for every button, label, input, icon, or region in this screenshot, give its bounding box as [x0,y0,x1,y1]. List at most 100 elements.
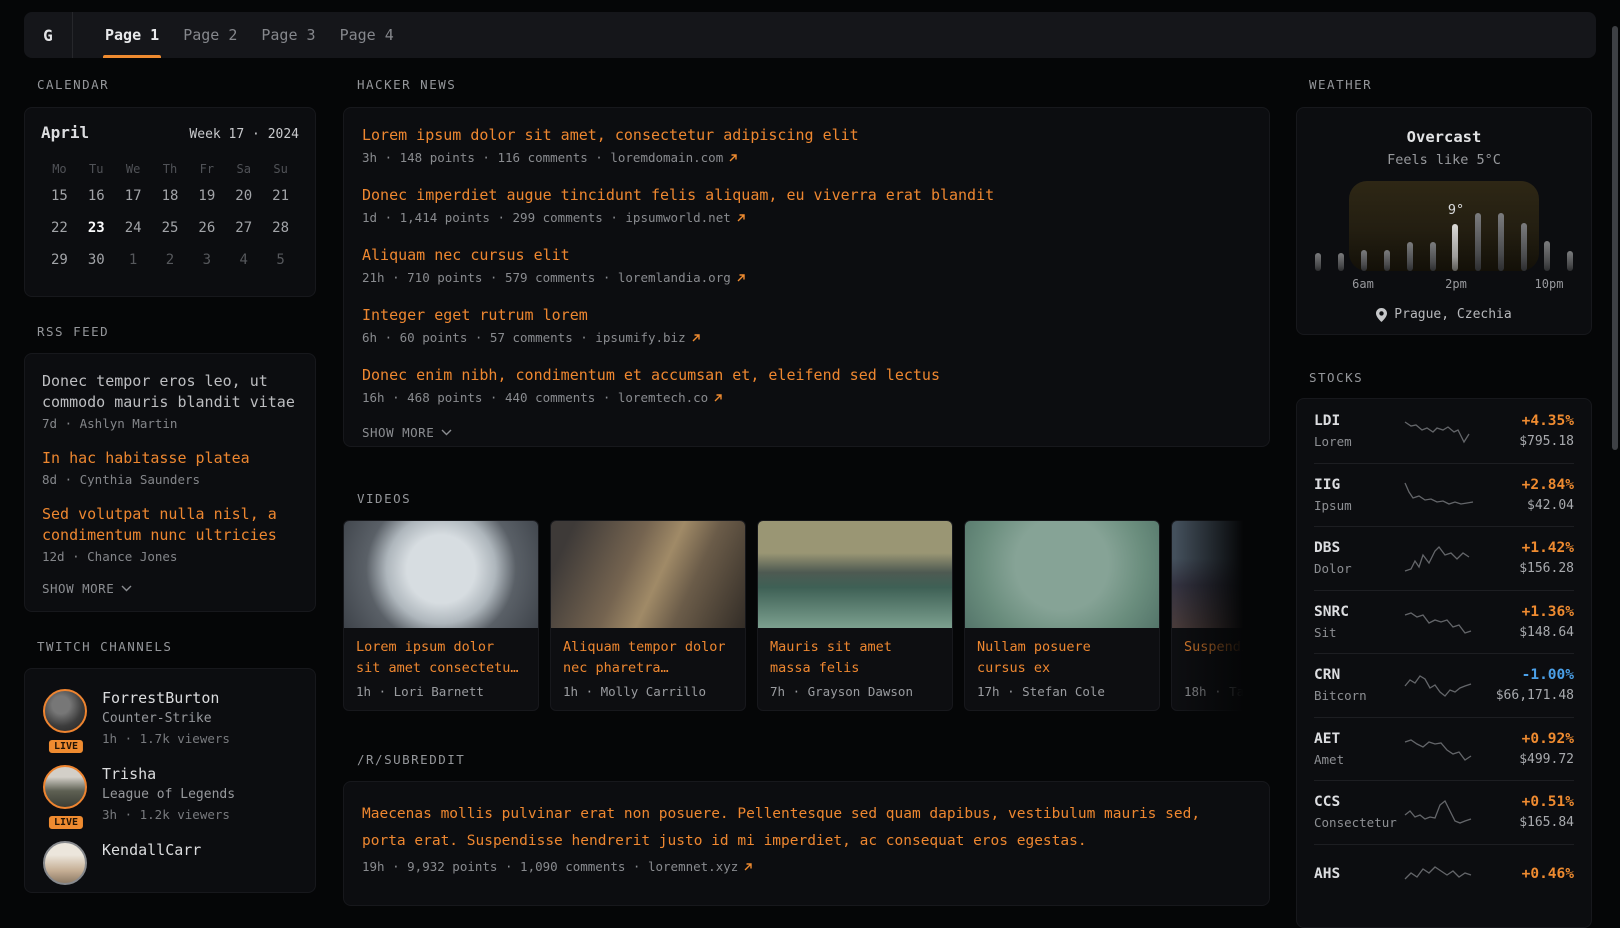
videos-row: Lorem ipsum dolor sit amet consectetu… 1… [343,520,1270,711]
stock-symbol: CCS [1314,793,1402,811]
video-title: Mauris sit amet massa felis [770,637,940,679]
stock-name: Bitcorn [1314,687,1402,704]
twitch-channel-row[interactable]: LIVE ForrestBurton Counter-Strike 1h · 1… [43,689,297,748]
weather-location-text: Prague, Czechia [1394,307,1511,322]
stock-row[interactable]: CCS Consectetur +0.51% $165.84 [1314,780,1574,844]
avatar [43,689,87,733]
rss-item: In hac habitasse platea 8d · Cynthia Sau… [42,448,298,489]
stock-values: +0.51% $165.84 [1519,793,1574,831]
hackernews-item-meta-text: 1d · 1,414 points · 299 comments · ipsum… [362,208,731,227]
subreddit-post-title[interactable]: Maecenas mollis pulvinar erat non posuer… [362,801,1251,855]
stock-id: CRN Bitcorn [1314,666,1402,704]
twitch-channel-game: League of Legends [102,785,235,804]
subreddit-post-meta-text: 19h · 9,932 points · 1,090 comments · lo… [362,859,738,874]
middle-column: HACKER NEWS Lorem ipsum dolor sit amet, … [343,0,1270,906]
weather-time-label: 2pm [1445,277,1467,291]
stock-values: +2.84% $42.04 [1522,476,1574,514]
video-card[interactable]: Lorem ipsum dolor sit amet consectetu… 1… [343,520,539,711]
video-card[interactable]: Nullam posuere cursus ex 17h · Stefan Co… [964,520,1160,711]
stock-row[interactable]: DBS Dolor +1.42% $156.28 [1314,526,1574,590]
stock-row[interactable]: LDI Lorem +4.35% $795.18 [1314,399,1574,463]
weather-bar-current [1452,224,1458,271]
calendar-dow: Th [152,158,189,180]
stock-price: $148.64 [1519,624,1574,641]
right-column: WEATHER Overcast Feels like 5°C 9° [1296,0,1592,928]
external-link-icon [736,273,746,283]
video-title: Nullam posuere cursus ex [977,637,1147,679]
stock-sparkline [1402,796,1476,828]
rss-show-more-button[interactable]: SHOW MORE [42,581,298,596]
live-badge: LIVE [47,814,85,831]
video-thumbnail [1172,521,1270,628]
twitch-channel-row[interactable]: LIVE Trisha League of Legends 3h · 1.2k … [43,765,297,824]
scrollbar-thumb[interactable] [1612,26,1618,450]
video-card[interactable]: Aliquam tempor dolor nec pharetra… 1h · … [550,520,746,711]
hackernews-item: Lorem ipsum dolor sit amet, consectetur … [362,125,1251,167]
video-meta: 7h · Grayson Dawson [770,684,940,699]
hackernews-item-title[interactable]: Lorem ipsum dolor sit amet, consectetur … [362,125,1251,146]
hackernews-widget-title: HACKER NEWS [357,77,1270,92]
stock-symbol: AET [1314,730,1402,748]
external-link-icon [713,393,723,403]
calendar-day: 25 [152,213,189,244]
rss-item-title[interactable]: Sed volutpat nulla nisl, a condimentum n… [42,504,298,546]
video-card[interactable]: Suspendisse diam 18h · Tara [1171,520,1270,711]
video-thumbnail [758,521,952,628]
stock-row[interactable]: SNRC Sit +1.36% $148.64 [1314,590,1574,654]
stock-symbol: AHS [1314,865,1402,883]
stock-change: +0.92% [1519,730,1574,748]
external-link-icon [736,213,746,223]
weather-current-temp: 9° [1448,202,1464,218]
video-thumbnail [344,521,538,628]
video-title: Suspendisse diam [1184,637,1270,679]
video-meta: 1h · Molly Carrillo [563,684,733,699]
calendar-day-next-month: 1 [115,245,152,276]
stock-row[interactable]: AET Amet +0.92% $499.72 [1314,717,1574,781]
external-link-icon [691,333,701,343]
weather-hourly-chart: 9° [1313,181,1575,271]
video-card[interactable]: Mauris sit amet massa felis 7h · Grayson… [757,520,953,711]
calendar-day: 20 [225,181,262,212]
hackernews-item-title[interactable]: Donec enim nibh, condimentum et accumsan… [362,365,1251,386]
calendar-day-selected: 23 [78,213,115,244]
stock-row[interactable]: IIG Ipsum +2.84% $42.04 [1314,463,1574,527]
stock-values: +4.35% $795.18 [1519,412,1574,450]
rss-item-title[interactable]: In hac habitasse platea [42,448,298,469]
calendar-day-next-month: 5 [262,245,299,276]
stock-sparkline [1402,733,1476,765]
hackernews-item-title[interactable]: Integer eget rutrum lorem [362,305,1251,326]
stock-price: $66,171.48 [1496,687,1574,704]
hackernews-show-more-button[interactable]: SHOW MORE [362,425,1251,440]
calendar-widget-title: CALENDAR [37,77,316,92]
hackernews-item-meta-text: 6h · 60 points · 57 comments · ipsumify.… [362,328,686,347]
stock-sparkline [1402,606,1476,638]
rss-item: Sed volutpat nulla nisl, a condimentum n… [42,504,298,566]
calendar-day: 18 [152,181,189,212]
stock-change: +1.36% [1519,603,1574,621]
weather-bar [1430,242,1436,271]
stock-change: -1.00% [1496,666,1574,684]
weather-bar [1361,250,1367,271]
hackernews-item-title[interactable]: Aliquam nec cursus elit [362,245,1251,266]
calendar-day: 24 [115,213,152,244]
stock-row[interactable]: AHS +0.46% [1314,844,1574,908]
twitch-avatar-wrap: LIVE [43,689,89,748]
stock-id: AET Amet [1314,730,1402,768]
avatar [43,841,87,885]
videos-widget: Lorem ipsum dolor sit amet consectetu… 1… [343,520,1270,711]
hackernews-item-title[interactable]: Donec imperdiet augue tincidunt felis al… [362,185,1251,206]
twitch-channel-name: ForrestBurton [102,689,230,708]
twitch-channel-info: KendallCarr [102,841,201,885]
stock-price: $156.28 [1519,560,1574,577]
stock-name: Amet [1314,751,1402,768]
rss-item-title[interactable]: Donec tempor eros leo, ut commodo mauris… [42,371,298,413]
twitch-channel-row[interactable]: KendallCarr [43,841,297,885]
stock-row[interactable]: CRN Bitcorn -1.00% $66,171.48 [1314,653,1574,717]
hackernews-item-meta-text: 16h · 468 points · 440 comments · loremt… [362,388,708,407]
calendar-day: 22 [41,213,78,244]
hackernews-widget: Lorem ipsum dolor sit amet, consectetur … [343,107,1270,447]
stock-id: CCS Consectetur [1314,793,1402,831]
stock-sparkline [1402,479,1476,511]
video-title: Lorem ipsum dolor sit amet consectetu… [356,637,526,679]
hackernews-show-more-label: SHOW MORE [362,425,434,440]
